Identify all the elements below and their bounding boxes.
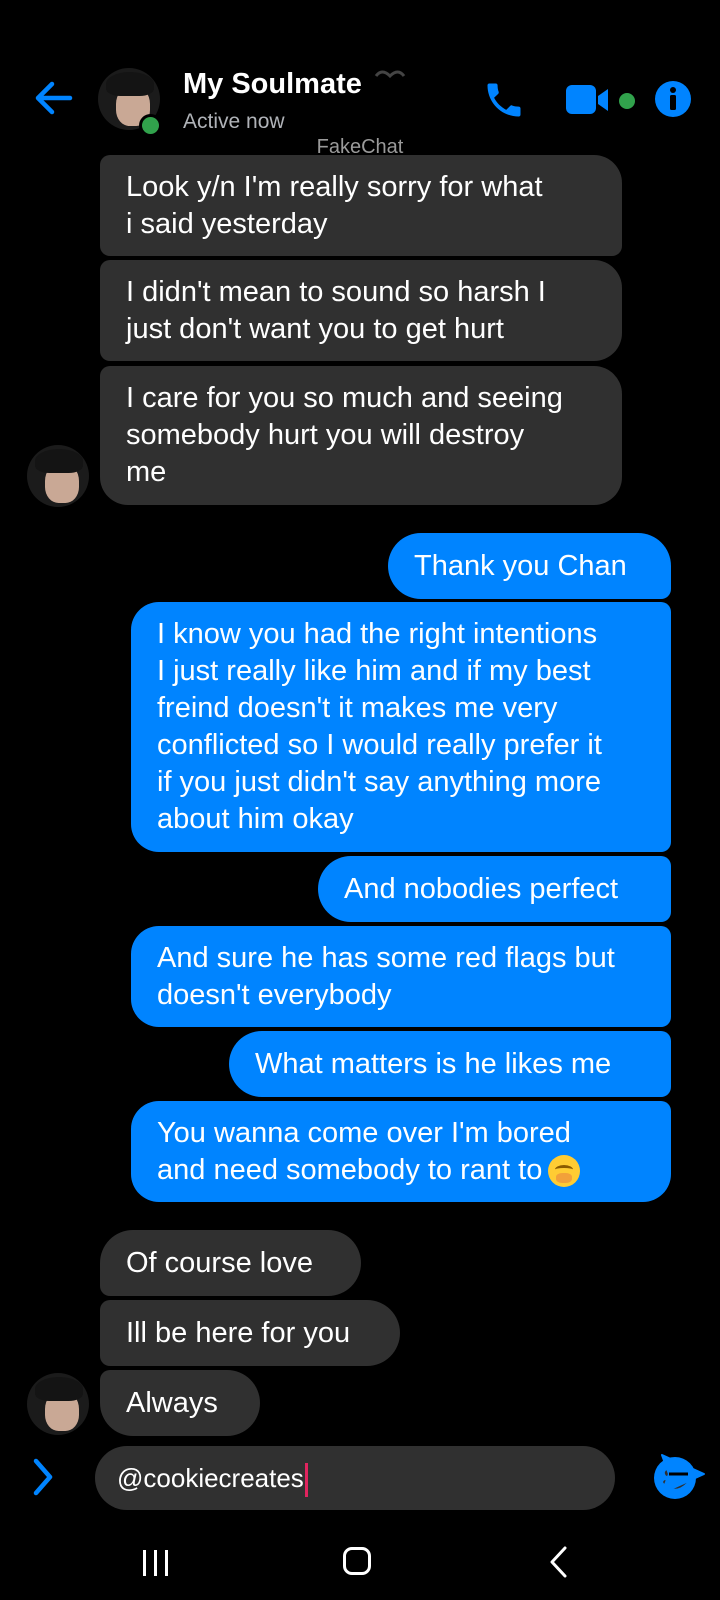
video-call-button[interactable] xyxy=(566,84,614,121)
message-bubble-incoming[interactable]: I care for you so much and seeing somebo… xyxy=(100,366,622,505)
recent-apps-button[interactable] xyxy=(140,1548,172,1578)
system-back-button[interactable] xyxy=(547,1545,569,1584)
message-bubble-incoming[interactable]: I didn't mean to sound so harsh I just d… xyxy=(100,260,622,361)
message-text: I didn't mean to sound so harsh I just d… xyxy=(126,275,546,345)
message-text: I know you had the right intentions I ju… xyxy=(157,618,602,835)
expand-actions-button[interactable] xyxy=(30,1457,56,1502)
heart-emoji-icon xyxy=(374,70,406,79)
message-bubble-outgoing[interactable]: Thank you Chan xyxy=(388,533,671,599)
message-text: I care for you so much and seeing somebo… xyxy=(126,382,563,488)
message-input-text[interactable]: @cookiecreates xyxy=(117,1463,308,1498)
send-icon xyxy=(661,1454,705,1494)
message-text: What matters is he likes me xyxy=(255,1047,612,1080)
send-button[interactable] xyxy=(660,1453,706,1500)
call-button[interactable] xyxy=(482,78,526,127)
online-indicator xyxy=(139,114,162,137)
back-button[interactable] xyxy=(34,78,74,118)
contact-name[interactable]: My Soulmate xyxy=(183,68,362,101)
system-back-icon xyxy=(550,1546,567,1578)
text-cursor xyxy=(304,1463,308,1498)
message-text: Look y/n I'm really sorry for what i sai… xyxy=(126,170,543,240)
message-bubble-incoming[interactable]: Look y/n I'm really sorry for what i sai… xyxy=(100,155,622,256)
message-bubble-outgoing[interactable]: And sure he has some red flags but doesn… xyxy=(131,926,671,1027)
phone-icon xyxy=(487,83,521,117)
message-text: Of course love xyxy=(126,1246,313,1279)
message-bubble-outgoing[interactable]: What matters is he likes me xyxy=(229,1031,671,1097)
message-bubble-incoming[interactable]: Always xyxy=(100,1370,260,1436)
message-composer: @cookiecreates xyxy=(0,1430,720,1530)
message-text: Ill be here for you xyxy=(126,1316,351,1349)
info-button[interactable] xyxy=(654,80,692,123)
message-text: And sure he has some red flags but doesn… xyxy=(157,941,615,1011)
message-bubble-outgoing[interactable]: And nobodies perfect xyxy=(318,856,671,922)
message-text: Thank you Chan xyxy=(414,549,627,582)
contact-avatar-small[interactable] xyxy=(27,445,89,507)
message-text: Always xyxy=(126,1386,218,1419)
video-active-dot xyxy=(619,93,635,109)
chevron-right-icon xyxy=(33,1458,53,1496)
message-text: You wanna come over I'm bored and need s… xyxy=(157,1115,581,1189)
recent-apps-icon xyxy=(143,1550,168,1576)
active-status: Active now xyxy=(183,110,285,133)
message-bubble-incoming[interactable]: Of course love xyxy=(100,1230,361,1296)
video-camera-icon xyxy=(566,85,608,114)
system-navigation-bar xyxy=(0,1530,720,1600)
back-arrow-icon xyxy=(35,81,73,115)
message-bubble-incoming[interactable]: Ill be here for you xyxy=(100,1300,400,1366)
info-icon xyxy=(655,81,691,117)
hand-over-mouth-emoji-icon xyxy=(548,1154,581,1187)
message-input[interactable]: @cookiecreates xyxy=(95,1446,696,1510)
home-button[interactable] xyxy=(343,1547,371,1575)
contact-avatar-small[interactable] xyxy=(27,1373,89,1435)
message-bubble-outgoing[interactable]: I know you had the right intentions I ju… xyxy=(131,602,671,852)
message-text: And nobodies perfect xyxy=(344,872,619,905)
chat-header: My Soulmate Active now FakeChat xyxy=(0,0,720,160)
message-bubble-outgoing[interactable]: You wanna come over I'm bored and need s… xyxy=(131,1101,671,1202)
